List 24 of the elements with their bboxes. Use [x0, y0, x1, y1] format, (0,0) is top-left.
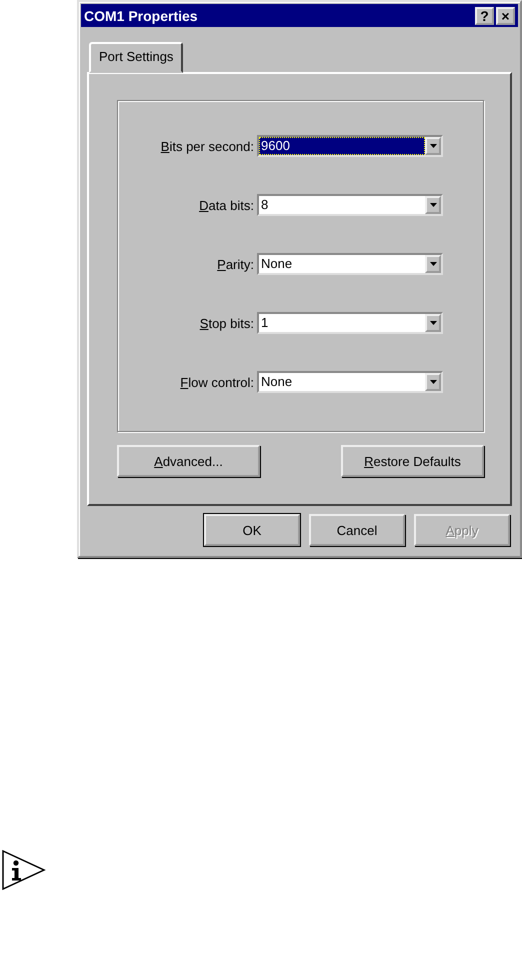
dropdown-arrow-icon	[430, 203, 436, 207]
dropdown-field[interactable]: 9600	[257, 135, 443, 157]
dropdown-field[interactable]: 1	[257, 312, 443, 334]
info-icon	[2, 850, 46, 890]
dropdown-field[interactable]: 8	[257, 194, 443, 216]
dropdown-field[interactable]: None	[257, 253, 443, 275]
dropdown-arrow-icon	[430, 144, 436, 148]
tab[interactable]: Port Settings	[89, 42, 184, 73]
field-label: Stop bits:	[198, 316, 254, 330]
field-label: Bits per second:	[160, 138, 254, 154]
dialog-button[interactable]: Restore Defaults	[341, 445, 484, 477]
dialog-button[interactable]: Advanced...	[117, 445, 260, 477]
field-label: Parity:	[216, 256, 254, 272]
dropdown-arrow-icon	[430, 380, 436, 384]
close-button[interactable]: ×	[496, 6, 515, 24]
dropdown-arrow-icon	[430, 321, 436, 325]
help-button[interactable]: ?	[475, 6, 494, 24]
dropdown-field[interactable]: None	[257, 371, 443, 393]
dialog-button[interactable]: Cancel	[309, 514, 405, 546]
dialog-button[interactable]: OK	[204, 514, 300, 546]
window-title: COM1 Properties	[84, 8, 198, 24]
field-label: Flow control:	[179, 374, 254, 390]
dropdown-arrow-icon	[430, 262, 436, 266]
field-label: Data bits:	[198, 198, 254, 212]
